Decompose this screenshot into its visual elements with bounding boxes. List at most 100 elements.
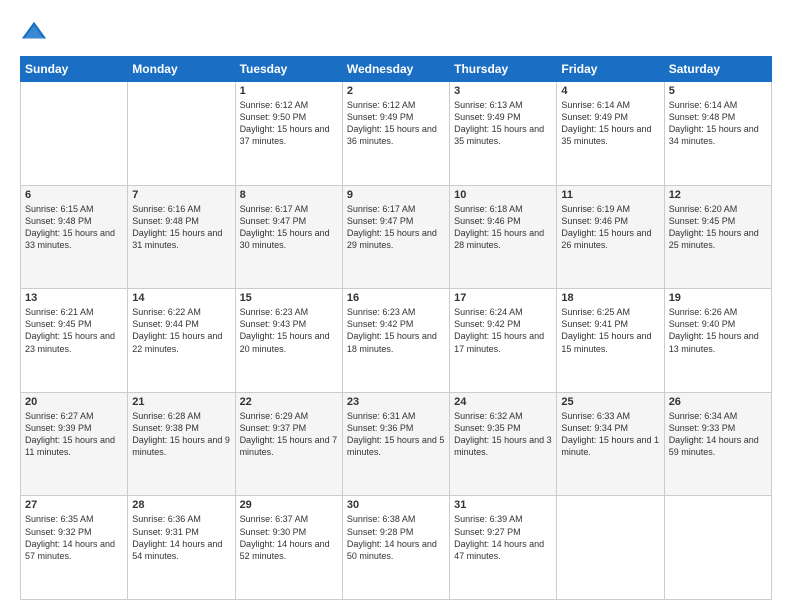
weekday-header-tuesday: Tuesday <box>235 57 342 82</box>
weekday-header-thursday: Thursday <box>450 57 557 82</box>
calendar-cell: 5 Sunrise: 6:14 AM Sunset: 9:48 PM Daylig… <box>664 82 771 186</box>
day-content: Sunrise: 6:32 AM Sunset: 9:35 PM Dayligh… <box>454 410 552 459</box>
day-content: Sunrise: 6:12 AM Sunset: 9:49 PM Dayligh… <box>347 99 445 148</box>
logo-icon <box>20 18 48 46</box>
calendar-cell: 6 Sunrise: 6:15 AM Sunset: 9:48 PM Daylig… <box>21 185 128 289</box>
day-content: Sunrise: 6:17 AM Sunset: 9:47 PM Dayligh… <box>240 203 338 252</box>
page: SundayMondayTuesdayWednesdayThursdayFrid… <box>0 0 792 612</box>
day-number: 21 <box>132 396 230 408</box>
day-content: Sunrise: 6:25 AM Sunset: 9:41 PM Dayligh… <box>561 306 659 355</box>
calendar-cell: 7 Sunrise: 6:16 AM Sunset: 9:48 PM Daylig… <box>128 185 235 289</box>
weekday-header-friday: Friday <box>557 57 664 82</box>
day-number: 6 <box>25 189 123 201</box>
day-number: 23 <box>347 396 445 408</box>
day-number: 4 <box>561 85 659 97</box>
day-number: 12 <box>669 189 767 201</box>
day-number: 13 <box>25 292 123 304</box>
calendar-cell: 22 Sunrise: 6:29 AM Sunset: 9:37 PM Dayli… <box>235 392 342 496</box>
day-number: 19 <box>669 292 767 304</box>
day-number: 3 <box>454 85 552 97</box>
calendar-cell: 9Sunrise: 6:17 AM Sunset: 9:47 PM Daylig… <box>342 185 449 289</box>
calendar-cell: 14 Sunrise: 6:22 AM Sunset: 9:44 PM Dayli… <box>128 289 235 393</box>
calendar-cell <box>664 496 771 600</box>
day-content: Sunrise: 6:20 AM Sunset: 9:45 PM Dayligh… <box>669 203 767 252</box>
day-number: 8 <box>240 189 338 201</box>
day-number: 17 <box>454 292 552 304</box>
day-content: Sunrise: 6:39 AM Sunset: 9:27 PM Dayligh… <box>454 513 552 562</box>
day-content: Sunrise: 6:18 AM Sunset: 9:46 PM Dayligh… <box>454 203 552 252</box>
calendar-cell: 29 Sunrise: 6:37 AM Sunset: 9:30 PM Dayli… <box>235 496 342 600</box>
day-content: Sunrise: 6:14 AM Sunset: 9:48 PM Dayligh… <box>669 99 767 148</box>
calendar-cell: 2 Sunrise: 6:12 AM Sunset: 9:49 PM Daylig… <box>342 82 449 186</box>
day-content: Sunrise: 6:23 AM Sunset: 9:43 PM Dayligh… <box>240 306 338 355</box>
day-number: 15 <box>240 292 338 304</box>
calendar-cell: 3 Sunrise: 6:13 AM Sunset: 9:49 PM Daylig… <box>450 82 557 186</box>
calendar-cell: 4 Sunrise: 6:14 AM Sunset: 9:49 PM Daylig… <box>557 82 664 186</box>
day-content: Sunrise: 6:33 AM Sunset: 9:34 PM Dayligh… <box>561 410 659 459</box>
day-content: Sunrise: 6:16 AM Sunset: 9:48 PM Dayligh… <box>132 203 230 252</box>
calendar-cell: 8 Sunrise: 6:17 AM Sunset: 9:47 PM Daylig… <box>235 185 342 289</box>
day-content: Sunrise: 6:27 AM Sunset: 9:39 PM Dayligh… <box>25 410 123 459</box>
calendar-cell: 10 Sunrise: 6:18 AM Sunset: 9:46 PM Dayli… <box>450 185 557 289</box>
day-content: Sunrise: 6:14 AM Sunset: 9:49 PM Dayligh… <box>561 99 659 148</box>
day-content: Sunrise: 6:15 AM Sunset: 9:48 PM Dayligh… <box>25 203 123 252</box>
day-content: Sunrise: 6:26 AM Sunset: 9:40 PM Dayligh… <box>669 306 767 355</box>
day-number: 1 <box>240 85 338 97</box>
day-content: Sunrise: 6:21 AM Sunset: 9:45 PM Dayligh… <box>25 306 123 355</box>
calendar-cell: 11 Sunrise: 6:19 AM Sunset: 9:46 PM Dayli… <box>557 185 664 289</box>
calendar-cell <box>21 82 128 186</box>
calendar-cell: 23 Sunrise: 6:31 AM Sunset: 9:36 PM Dayli… <box>342 392 449 496</box>
calendar-cell <box>557 496 664 600</box>
day-number: 5 <box>669 85 767 97</box>
day-content: Sunrise: 6:31 AM Sunset: 9:36 PM Dayligh… <box>347 410 445 459</box>
weekday-header-wednesday: Wednesday <box>342 57 449 82</box>
day-content: Sunrise: 6:23 AM Sunset: 9:42 PM Dayligh… <box>347 306 445 355</box>
day-number: 11 <box>561 189 659 201</box>
day-number: 20 <box>25 396 123 408</box>
day-content: Sunrise: 6:13 AM Sunset: 9:49 PM Dayligh… <box>454 99 552 148</box>
day-content: Sunrise: 6:38 AM Sunset: 9:28 PM Dayligh… <box>347 513 445 562</box>
day-content: Sunrise: 6:19 AM Sunset: 9:46 PM Dayligh… <box>561 203 659 252</box>
day-content: Sunrise: 6:34 AM Sunset: 9:33 PM Dayligh… <box>669 410 767 459</box>
calendar-cell: 15 Sunrise: 6:23 AM Sunset: 9:43 PM Dayli… <box>235 289 342 393</box>
weekday-header-sunday: Sunday <box>21 57 128 82</box>
calendar-cell: 24Sunrise: 6:32 AM Sunset: 9:35 PM Dayli… <box>450 392 557 496</box>
day-content: Sunrise: 6:35 AM Sunset: 9:32 PM Dayligh… <box>25 513 123 562</box>
day-content: Sunrise: 6:28 AM Sunset: 9:38 PM Dayligh… <box>132 410 230 459</box>
weekday-header-row: SundayMondayTuesdayWednesdayThursdayFrid… <box>21 57 772 82</box>
calendar-cell: 13 Sunrise: 6:21 AM Sunset: 9:45 PM Dayli… <box>21 289 128 393</box>
calendar-cell <box>128 82 235 186</box>
day-number: 26 <box>669 396 767 408</box>
day-number: 27 <box>25 499 123 511</box>
day-number: 9 <box>347 189 445 201</box>
calendar-cell: 20 Sunrise: 6:27 AM Sunset: 9:39 PM Dayli… <box>21 392 128 496</box>
day-number: 7 <box>132 189 230 201</box>
calendar-cell: 12 Sunrise: 6:20 AM Sunset: 9:45 PM Dayli… <box>664 185 771 289</box>
day-number: 29 <box>240 499 338 511</box>
week-row-2: 13 Sunrise: 6:21 AM Sunset: 9:45 PM Dayli… <box>21 289 772 393</box>
week-row-4: 27 Sunrise: 6:35 AM Sunset: 9:32 PM Dayli… <box>21 496 772 600</box>
day-number: 18 <box>561 292 659 304</box>
day-number: 31 <box>454 499 552 511</box>
calendar-table: SundayMondayTuesdayWednesdayThursdayFrid… <box>20 56 772 600</box>
calendar-cell: 19 Sunrise: 6:26 AM Sunset: 9:40 PM Dayli… <box>664 289 771 393</box>
calendar-cell: 21 Sunrise: 6:28 AM Sunset: 9:38 PM Dayli… <box>128 392 235 496</box>
day-number: 2 <box>347 85 445 97</box>
calendar-cell: 30Sunrise: 6:38 AM Sunset: 9:28 PM Dayli… <box>342 496 449 600</box>
calendar-cell: 16 Sunrise: 6:23 AM Sunset: 9:42 PM Dayli… <box>342 289 449 393</box>
calendar-cell: 1Sunrise: 6:12 AM Sunset: 9:50 PM Daylig… <box>235 82 342 186</box>
calendar-cell: 18 Sunrise: 6:25 AM Sunset: 9:41 PM Dayli… <box>557 289 664 393</box>
day-content: Sunrise: 6:36 AM Sunset: 9:31 PM Dayligh… <box>132 513 230 562</box>
day-number: 10 <box>454 189 552 201</box>
day-content: Sunrise: 6:29 AM Sunset: 9:37 PM Dayligh… <box>240 410 338 459</box>
day-content: Sunrise: 6:37 AM Sunset: 9:30 PM Dayligh… <box>240 513 338 562</box>
calendar-cell: 27 Sunrise: 6:35 AM Sunset: 9:32 PM Dayli… <box>21 496 128 600</box>
day-content: Sunrise: 6:22 AM Sunset: 9:44 PM Dayligh… <box>132 306 230 355</box>
day-content: Sunrise: 6:24 AM Sunset: 9:42 PM Dayligh… <box>454 306 552 355</box>
calendar-cell: 26 Sunrise: 6:34 AM Sunset: 9:33 PM Dayli… <box>664 392 771 496</box>
day-number: 16 <box>347 292 445 304</box>
day-number: 14 <box>132 292 230 304</box>
day-number: 22 <box>240 396 338 408</box>
header <box>20 18 772 46</box>
weekday-header-saturday: Saturday <box>664 57 771 82</box>
